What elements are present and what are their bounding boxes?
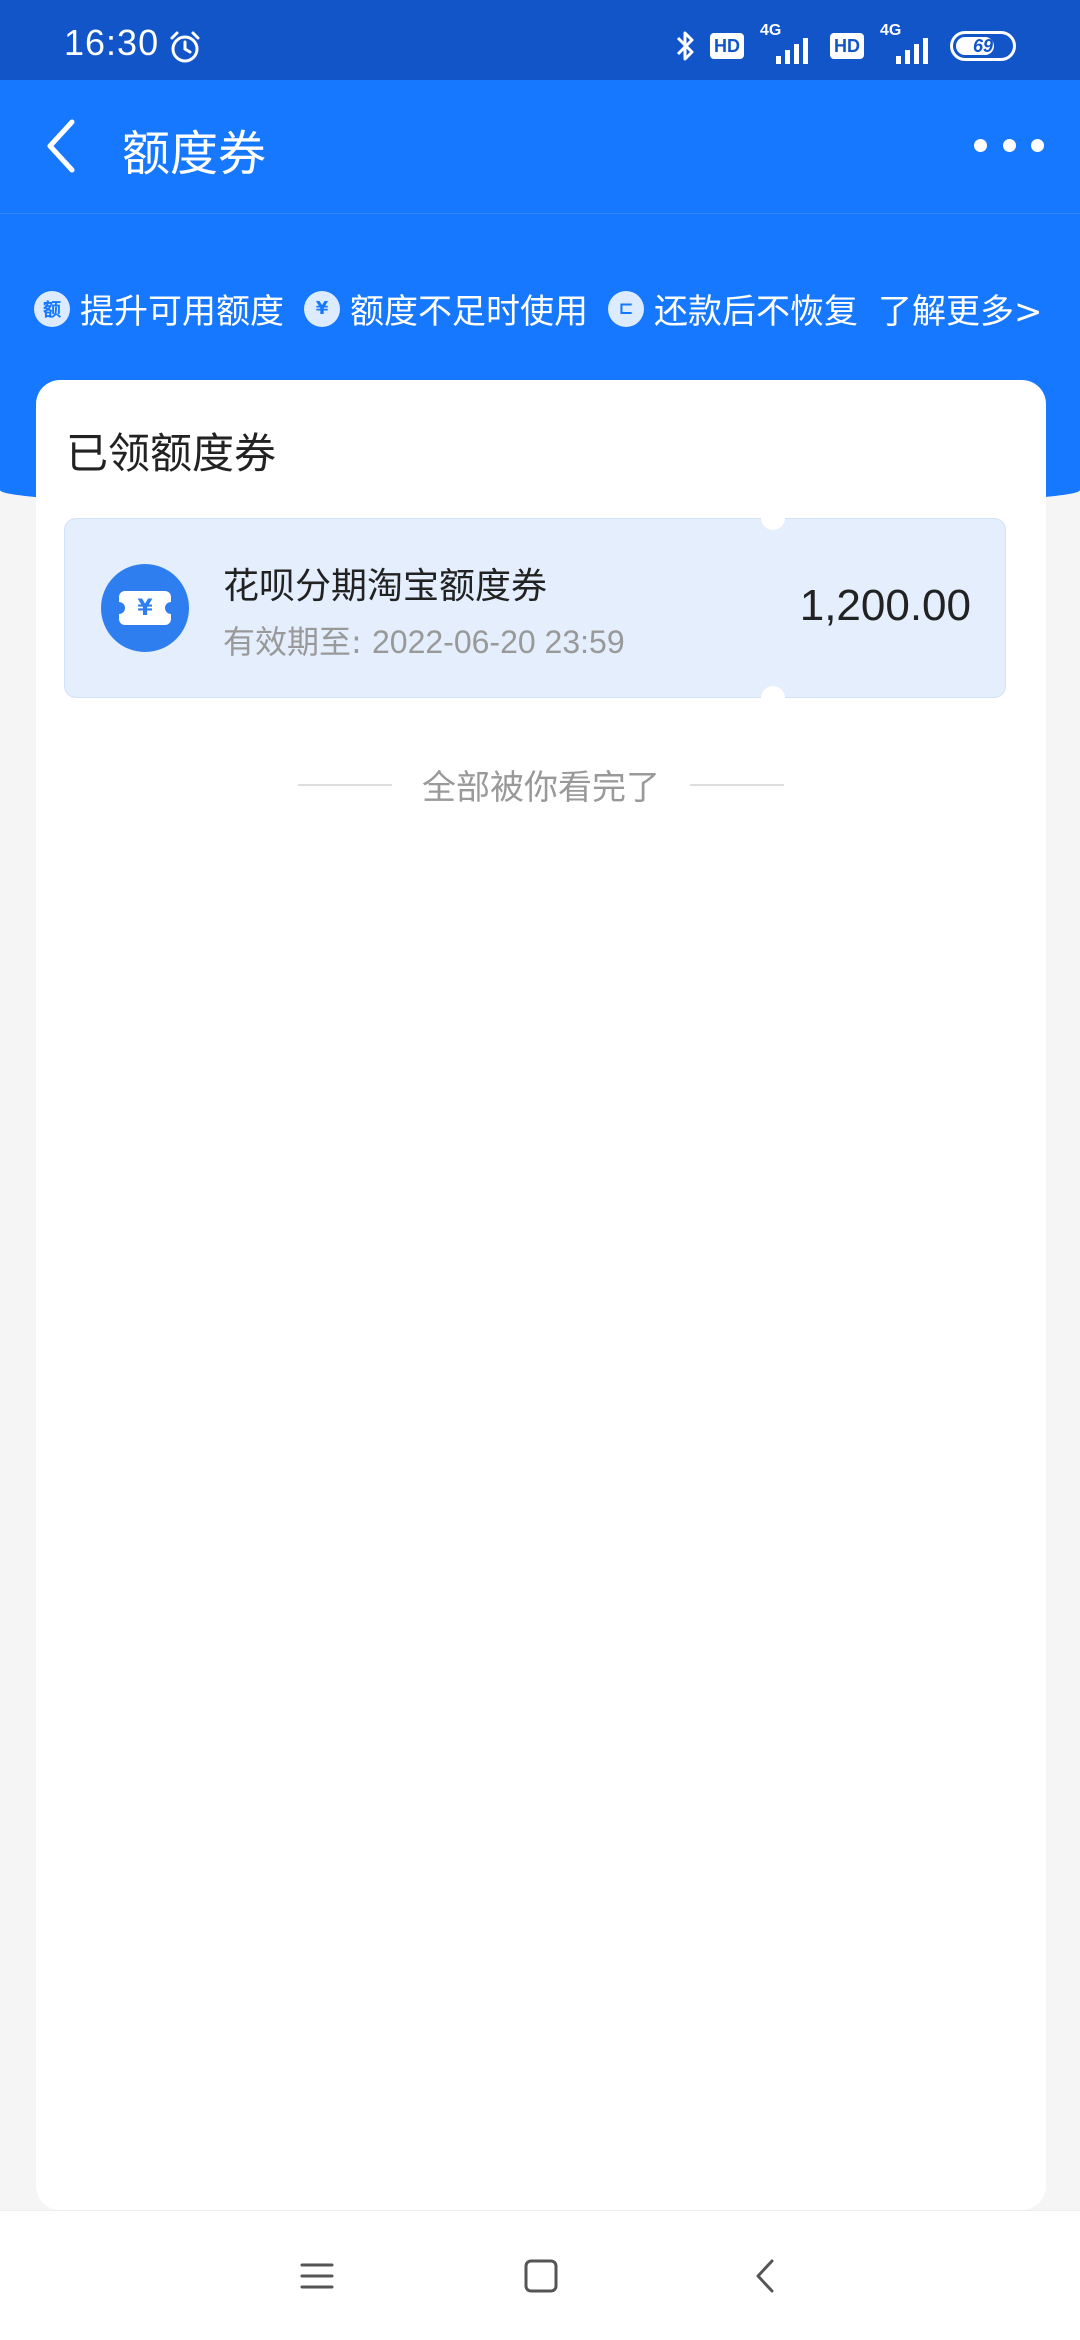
yuan-icon: ¥ — [304, 290, 340, 327]
voucher-amount: 1,200.00 — [799, 581, 971, 630]
status-time: 16:30 — [64, 22, 160, 63]
system-nav-bar — [0, 2210, 1080, 2340]
voucher-name: 花呗分期淘宝额度券 — [223, 566, 548, 607]
hd-badge: HD — [710, 33, 744, 59]
signal-icon: 4G — [758, 22, 816, 64]
feature-list: 额 提升可用额度 ¥ 额度不足时使用 ⊏ 还款后不恢复 了解更多> — [34, 284, 1043, 333]
feature-label: 还款后不恢复 — [654, 292, 858, 332]
bluetooth-icon — [676, 31, 694, 61]
feature-no-restore: ⊏ 还款后不恢复 — [608, 284, 858, 333]
section-title: 已领额度券 — [66, 429, 277, 478]
end-of-list: 全部被你看完了 — [36, 760, 1046, 809]
feature-use-when-insufficient: ¥ 额度不足时使用 — [304, 284, 588, 333]
feature-increase-limit: 额 提升可用额度 — [34, 284, 284, 333]
ticket-icon: ¥ — [101, 564, 189, 652]
dot-icon — [1031, 138, 1044, 152]
signal-icon-2: 4G — [878, 22, 936, 64]
feature-label: 额度不足时使用 — [350, 292, 588, 332]
dot-icon — [974, 138, 987, 152]
battery-level: 69 — [972, 35, 994, 56]
end-of-list-text: 全部被你看完了 — [422, 768, 660, 808]
home-icon[interactable] — [516, 2251, 566, 2301]
wallet-icon: ⊏ — [608, 290, 644, 327]
vouchers-card: 已领额度券 ¥ 花呗分期淘宝额度券 有效期至: 2022-06-20 23:59… — [36, 380, 1046, 2210]
voucher-expiry: 有效期至: 2022-06-20 23:59 — [223, 623, 625, 661]
dot-icon — [1002, 138, 1016, 152]
app-header: 额度券 — [0, 80, 1080, 214]
hd-badge-2: HD — [830, 33, 864, 59]
battery-icon: 69 — [950, 31, 1016, 61]
back-arrow-icon[interactable] — [36, 110, 96, 182]
status-bar: 16:30 HD 4G HD 4G 69 — [0, 0, 1080, 80]
limit-icon: 额 — [34, 290, 70, 327]
more-options-button[interactable] — [974, 120, 1044, 170]
learn-more-link[interactable]: 了解更多> — [878, 284, 1043, 333]
page-title: 额度券 — [122, 126, 267, 182]
feature-label: 提升可用额度 — [80, 292, 284, 332]
back-icon[interactable] — [742, 2251, 792, 2301]
menu-icon[interactable] — [292, 2251, 342, 2301]
voucher-item[interactable]: ¥ 花呗分期淘宝额度券 有效期至: 2022-06-20 23:59 1,200… — [64, 506, 1006, 710]
alarm-icon — [170, 31, 200, 63]
